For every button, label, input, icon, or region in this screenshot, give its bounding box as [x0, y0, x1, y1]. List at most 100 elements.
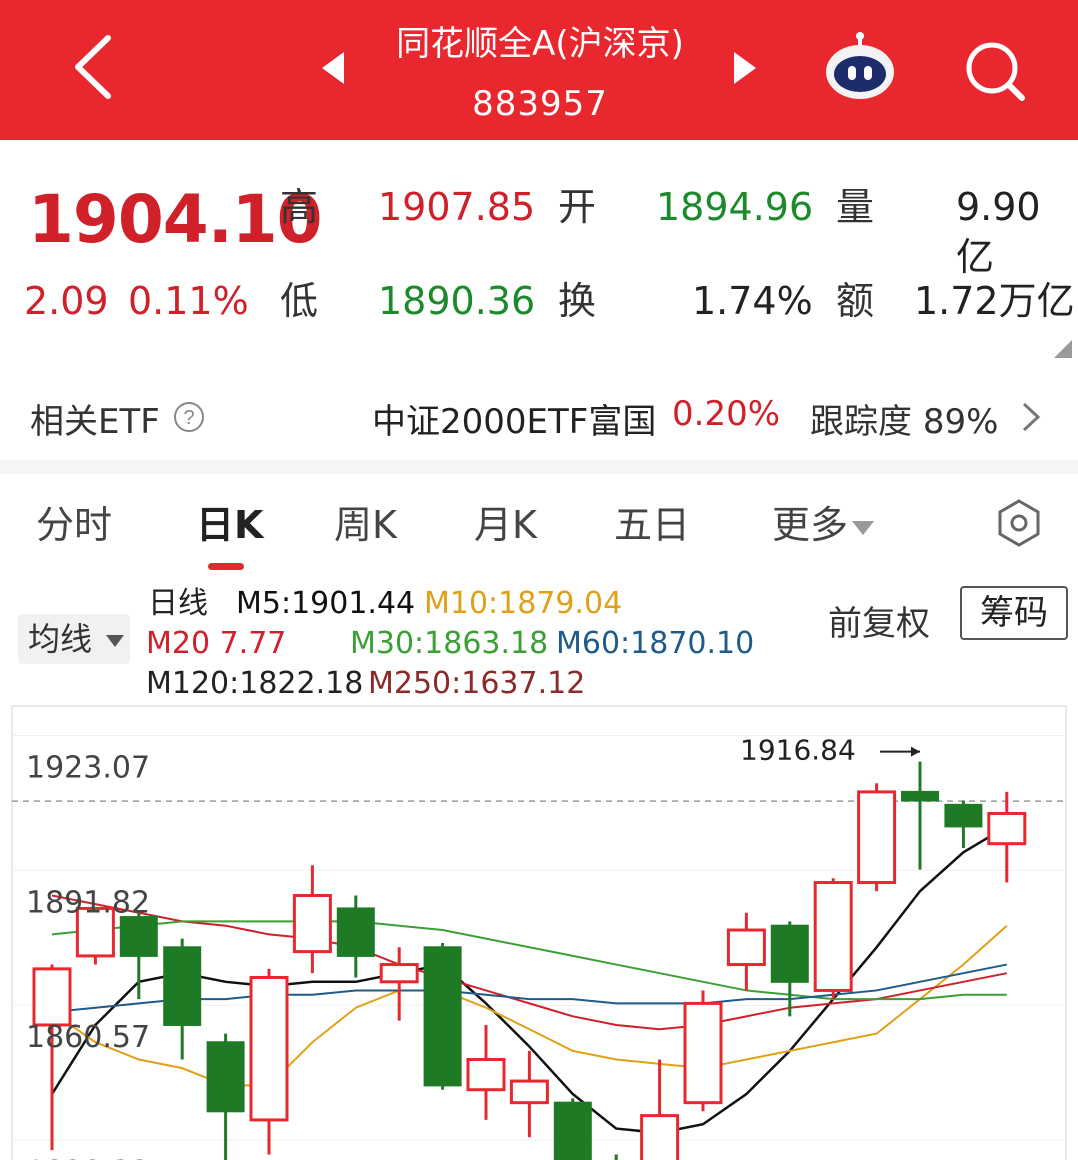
candle-body [32, 967, 72, 1027]
candle [466, 1024, 506, 1120]
stock-code: 883957 [472, 84, 608, 124]
stock-title: 同花顺全A(沪深京) [396, 24, 684, 64]
last-price: 1904.10 [28, 181, 323, 258]
candle [614, 1154, 618, 1160]
amount-value: 1.72万亿 [914, 279, 1075, 323]
back-arrow-icon [75, 35, 111, 99]
back-button[interactable] [60, 30, 130, 105]
chevron-right-icon [1022, 402, 1041, 432]
candle [379, 947, 419, 1021]
candle-body [423, 946, 462, 1087]
candle-body [901, 790, 939, 802]
y-tick-label: 1891.82 [26, 885, 150, 920]
related-etf-row[interactable]: 相关ETF ? 中证2000ETF富国 0.20% 跟踪度 89% [0, 382, 1078, 458]
active-tab-indicator [208, 563, 244, 570]
caret-down-icon [106, 635, 125, 647]
etf-name: 中证2000ETF富国 [372, 402, 657, 442]
ma20-value: M20 7.77 [146, 626, 287, 661]
etf-change-percent: 0.20% [672, 394, 781, 434]
candle-body [509, 1079, 549, 1105]
candle [509, 1050, 549, 1138]
candle-body [206, 1041, 245, 1113]
candle [640, 1059, 680, 1160]
candle [726, 912, 766, 991]
gear-icon [998, 499, 1040, 547]
candle-body [683, 1001, 723, 1105]
candle [770, 921, 809, 1017]
candle [423, 942, 462, 1090]
candlestick-chart[interactable]: 1923.07 1891.82 1860.57 1829.32 1916.84 [0, 700, 1078, 1160]
high-label: 高 [280, 185, 319, 229]
candle [336, 895, 375, 978]
candle-body [249, 975, 289, 1122]
candle-body [292, 893, 332, 954]
tab-more[interactable]: 更多 [772, 500, 875, 550]
candle [292, 865, 332, 974]
candle [944, 800, 983, 849]
expand-corner-icon[interactable] [1054, 340, 1072, 358]
amount-label: 额 [836, 279, 875, 323]
price-change-percent: 0.11% [128, 279, 249, 323]
chart-settings-button[interactable] [994, 498, 1044, 548]
turnover-value: 1.74% [692, 279, 813, 323]
ma5-value: M5:1901.44 [236, 586, 416, 621]
open-value: 1894.96 [656, 185, 814, 229]
ma60-value: M60:1870.10 [556, 626, 755, 661]
tab-monthly-k[interactable]: 月K [474, 500, 537, 550]
candle-body [987, 811, 1027, 846]
tab-weekly-k[interactable]: 周K [334, 500, 397, 550]
tab-five-day[interactable]: 五日 [614, 500, 690, 550]
ma120-value: M120:1822.18 [146, 666, 364, 701]
volume-label: 量 [836, 185, 875, 229]
chip-distribution-button[interactable]: 筹码 [960, 586, 1068, 640]
price-change: 2.09 [24, 279, 109, 323]
candle-body [857, 790, 897, 885]
y-tick-label: 1923.07 [26, 750, 150, 785]
candle [813, 878, 853, 1000]
tracking-value: 89% [922, 402, 999, 442]
candle-body [119, 916, 158, 957]
candle [857, 783, 897, 892]
tab-more-label: 更多 [772, 503, 849, 547]
tab-daily-k[interactable]: 日K [196, 500, 263, 550]
search-button[interactable] [960, 36, 1030, 106]
tracking-degree: 跟踪度 89% [810, 394, 998, 443]
candle [553, 1098, 592, 1160]
triangle-right-icon [734, 52, 756, 84]
candle [901, 761, 939, 870]
help-icon[interactable]: ? [172, 400, 206, 434]
max-price-arrow [911, 746, 920, 757]
line-type-label: 日线 [148, 586, 208, 621]
ma30-value: M30:1863.18 [350, 626, 549, 661]
y-tick-label: 1860.57 [26, 1020, 150, 1055]
search-icon [966, 42, 1025, 101]
ai-assistant-button[interactable] [820, 30, 900, 104]
candle-body [336, 907, 375, 957]
candle [206, 1033, 245, 1160]
volume-value: 9.90亿 [956, 185, 1041, 279]
max-price-label: 1916.84 [740, 734, 856, 767]
candle-body [813, 881, 853, 992]
ma250-value: M250:1637.12 [368, 666, 586, 701]
low-value: 1890.36 [378, 279, 536, 323]
related-etf-label: 相关ETF [30, 402, 160, 442]
candle [32, 964, 72, 1151]
candle [683, 990, 723, 1112]
top-bar: 同花顺全A(沪深京) 883957 [0, 0, 1078, 140]
tab-intraday[interactable]: 分时 [36, 500, 112, 550]
y-tick-label: 1829.32 [26, 1155, 150, 1160]
candle-body [163, 946, 202, 1026]
ma10-value: M10:1879.04 [424, 586, 623, 621]
candle [163, 938, 202, 1060]
candle-body [726, 928, 766, 967]
candle [249, 968, 289, 1155]
caret-down-icon [852, 520, 875, 535]
open-label: 开 [558, 185, 597, 229]
forward-adjust-toggle[interactable]: 前复权 [828, 596, 930, 645]
candle-body [640, 1114, 680, 1160]
candle-body [553, 1101, 592, 1160]
next-stock-button[interactable] [730, 48, 760, 88]
high-value: 1907.85 [378, 185, 536, 229]
candle-body [466, 1058, 506, 1092]
indicator-select[interactable]: 均线 [18, 614, 130, 664]
